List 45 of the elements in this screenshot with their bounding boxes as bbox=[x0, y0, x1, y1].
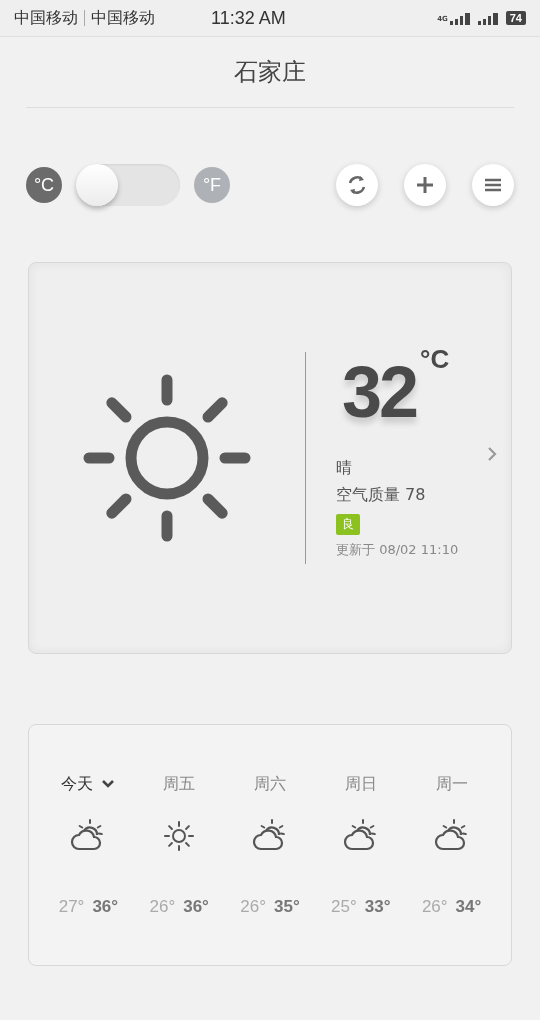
refresh-icon bbox=[346, 174, 368, 196]
fahrenheit-option[interactable]: °F bbox=[194, 167, 230, 203]
sun-behind-cloud-icon bbox=[433, 819, 470, 853]
sun-icon bbox=[162, 819, 197, 853]
celsius-option[interactable]: °C bbox=[26, 167, 62, 203]
chevron-right-icon bbox=[487, 446, 497, 462]
high-temperature: 36° bbox=[92, 897, 119, 917]
refresh-button[interactable] bbox=[336, 164, 378, 206]
chevron-down-icon bbox=[101, 779, 116, 789]
forecast-day[interactable]: 周一 bbox=[435, 773, 468, 795]
high-temperature: 33° bbox=[364, 897, 391, 917]
air-quality: 空气质量 78 bbox=[336, 485, 427, 506]
forecast-day[interactable]: 周五 bbox=[163, 773, 196, 795]
plus-icon bbox=[416, 176, 434, 194]
city-title: 石家庄 bbox=[234, 57, 306, 88]
sun-behind-cloud-icon bbox=[252, 819, 288, 853]
low-temperature: 25° bbox=[331, 897, 357, 917]
signal-icon bbox=[477, 11, 500, 25]
unit-switch[interactable] bbox=[76, 164, 180, 206]
switch-thumb[interactable] bbox=[76, 164, 118, 206]
sun-icon bbox=[82, 373, 252, 543]
carrier-name: 中国移动 bbox=[91, 7, 155, 29]
update-time: 更新于 08/02 11:10 bbox=[336, 541, 460, 559]
add-button[interactable] bbox=[404, 164, 446, 206]
forecast-day[interactable]: 周六 bbox=[254, 773, 286, 795]
forecast-day[interactable]: 今天 bbox=[61, 773, 116, 795]
menu-button[interactable] bbox=[472, 164, 514, 206]
status-time: 11:32 AM bbox=[211, 7, 286, 29]
temperature-unit: °C bbox=[420, 344, 450, 375]
high-temperature: 35° bbox=[274, 897, 300, 917]
carrier-name: 中国移动 bbox=[14, 7, 78, 29]
battery-level: 74 bbox=[505, 11, 526, 25]
low-temperature: 27° bbox=[58, 897, 85, 917]
signal-icon bbox=[449, 11, 472, 25]
low-temperature: 26° bbox=[240, 897, 266, 917]
current-temperature: 32 bbox=[342, 356, 417, 428]
air-quality-badge: 良 bbox=[336, 514, 360, 535]
high-temperature: 34° bbox=[455, 897, 482, 917]
sun-behind-cloud-icon bbox=[342, 819, 379, 853]
high-temperature: 36° bbox=[183, 897, 209, 917]
forecast-day[interactable]: 周日 bbox=[344, 773, 377, 795]
menu-icon bbox=[484, 178, 502, 192]
low-temperature: 26° bbox=[421, 897, 448, 917]
low-temperature: 26° bbox=[149, 897, 176, 917]
weather-condition: 晴 bbox=[336, 458, 353, 479]
